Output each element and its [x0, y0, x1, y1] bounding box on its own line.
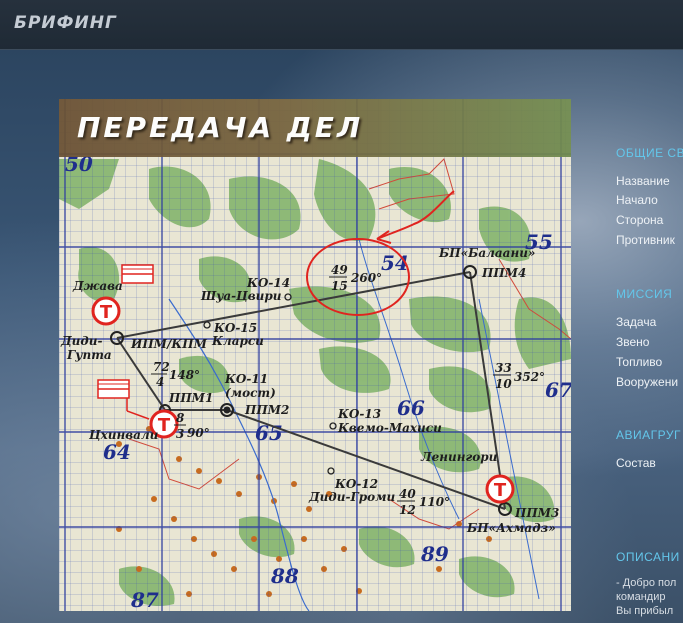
map-canvas: 50 55 54 66 65 64 67 88 89 87 T T T Джав… — [59, 99, 571, 611]
general-item-start: Начало — [616, 193, 658, 207]
page-title: БРИФИНГ — [14, 13, 117, 33]
airgroup-item-composition: Состав — [616, 456, 656, 470]
waypoint-label-ppm1: ППМ1 — [168, 391, 213, 405]
map-title: ПЕРЕДАЧА ДЕЛ — [77, 111, 364, 144]
place-dzhava: Джава — [72, 279, 123, 293]
grid-number: 87 — [130, 588, 159, 611]
grid-number: 64 — [103, 440, 131, 464]
checkpoint-ko12: КО-12 — [334, 477, 378, 491]
waypoint-label-ppm3: ППМ3 — [514, 506, 559, 520]
checkpoint-ko15: КО-15 — [213, 321, 257, 335]
general-item-side: Сторона — [616, 213, 664, 227]
mission-item-fuel: Топливо — [616, 355, 663, 369]
map-title-banner: ПЕРЕДАЧА ДЕЛ — [59, 99, 571, 157]
description-line: - Добро пол — [616, 577, 677, 589]
waypoint-label-bp-balaani: БП«Балаани» — [438, 246, 535, 260]
description-line: командир — [616, 591, 666, 603]
section-airgroup-heading[interactable]: АВИАГРУГ — [616, 428, 681, 442]
leg4-course: 352° — [514, 370, 545, 384]
place-shua-tsviri: Шуа-Цвири — [200, 289, 282, 303]
leg5-course: 260° — [350, 271, 382, 285]
marker-letter: T — [494, 480, 507, 501]
place-didi-gupta-2: Гупта — [66, 348, 112, 362]
place-didi-gromi: Диди-Громи — [308, 490, 396, 504]
checkpoint-ko13: КО-13 — [337, 407, 381, 421]
place-tskhinvali: Цхинвали — [88, 428, 159, 442]
waypoint-label-ppm4: ППМ4 — [481, 266, 526, 280]
general-item-enemy: Противник — [616, 233, 675, 247]
place-kvemo-makhisi: Квемо-Махиси — [337, 421, 442, 435]
section-mission-heading[interactable]: МИССИЯ — [616, 287, 672, 301]
general-item-name: Название — [616, 174, 670, 188]
waypoint-label-ipm-kpm: ИПМ/КПМ — [130, 337, 208, 351]
description-line: Вы прибыл — [616, 605, 674, 617]
grid-number: 67 — [545, 378, 571, 402]
marker-letter: T — [158, 415, 171, 436]
top-bar: БРИФИНГ — [0, 0, 683, 50]
leg4-time: 10 — [495, 377, 512, 391]
checkpoint-ko11: КО-11 — [224, 372, 268, 386]
leg1-course: 148° — [169, 368, 200, 382]
checkpoint-ko11-sub: (мост) — [225, 386, 276, 400]
place-klarsi: Кларси — [211, 334, 264, 348]
grid-number: 66 — [397, 396, 425, 420]
grid-number: 89 — [420, 542, 449, 566]
place-leningori: Ленингори — [420, 450, 498, 464]
leg2-distance: 8 — [176, 411, 185, 425]
leg1-time: 4 — [156, 375, 164, 389]
mission-item-flight: Звено — [616, 335, 650, 349]
leg2-course: 90° — [187, 426, 210, 440]
leg5-distance: 49 — [331, 263, 348, 277]
mission-item-armament: Вооружени — [616, 375, 679, 389]
marker-letter: T — [100, 302, 113, 323]
leg2-time: 3 — [176, 427, 184, 441]
briefing-sidebar: ОБЩИЕ СВ Название Начало Сторона Противн… — [616, 0, 683, 623]
leg4-distance: 33 — [495, 361, 512, 375]
section-general-heading[interactable]: ОБЩИЕ СВ — [616, 146, 683, 160]
mission-item-task: Задача — [616, 315, 657, 329]
section-description-heading[interactable]: ОПИСАНИ — [616, 550, 680, 564]
leg3-distance: 40 — [399, 487, 416, 501]
leg3-course: 110° — [419, 495, 450, 509]
grid-number: 88 — [270, 564, 299, 588]
leg5-time: 15 — [331, 279, 348, 293]
briefing-map: 50 55 54 66 65 64 67 88 89 87 T T T Джав… — [59, 99, 571, 611]
leg3-time: 12 — [399, 503, 416, 517]
leg1-distance: 72 — [153, 360, 170, 374]
waypoint-label-bp-akhmadz: БП«Ахмадз» — [466, 521, 556, 535]
waypoint-label-ppm2: ППМ2 — [244, 403, 289, 417]
place-didi-gupta-1: Диди- — [60, 334, 102, 348]
checkpoint-ko14: КО-14 — [246, 276, 290, 290]
